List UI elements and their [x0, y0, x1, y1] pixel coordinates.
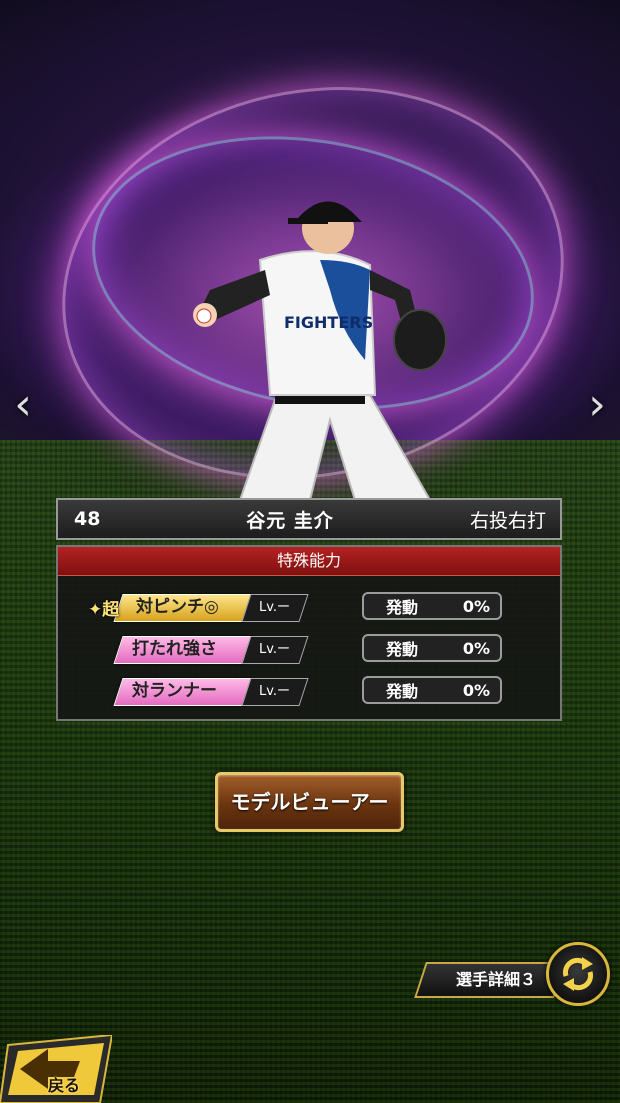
ability-row[interactable]: ✦超 対ピンチ◎ Lv.ー 発動 0%	[58, 592, 560, 622]
ability-label: 対ランナー	[132, 681, 217, 701]
player-detail-button[interactable]	[414, 962, 566, 998]
ability-label: 対ピンチ◎	[136, 597, 219, 617]
prev-player-chevron-left-icon[interactable]: ‹	[6, 380, 40, 430]
activation-percent: 0%	[462, 680, 490, 700]
activation-label: 発動	[385, 682, 418, 701]
player-number: 48	[74, 508, 101, 530]
ability-level: Lv.ー	[241, 594, 309, 622]
back-label: 戻る	[48, 1076, 81, 1095]
svg-text:FIGHTERS: FIGHTERS	[284, 313, 373, 332]
super-badge: ✦超	[88, 600, 120, 620]
ability-label: 打たれ強さ	[132, 639, 217, 659]
player-name: 谷元 圭介	[246, 509, 334, 532]
next-player-chevron-right-icon[interactable]: ›	[580, 380, 614, 430]
player-illustration: FIGHTERS	[193, 201, 447, 500]
ability-row[interactable]: 対ランナー Lv.ー 発動 0%	[58, 676, 560, 706]
activation-percent: 0%	[462, 638, 490, 658]
activation-rate-box: 発動 0%	[362, 634, 502, 662]
activation-label: 発動	[385, 640, 418, 659]
player-header-bar: 48 谷元 圭介 右投右打	[56, 498, 562, 540]
special-abilities-panel: 特殊能力 ✦超 対ピンチ◎ Lv.ー 発動 0% 打たれ強さ Lv.ー 発動 0…	[56, 545, 562, 721]
ability-row[interactable]: 打たれ強さ Lv.ー 発動 0%	[58, 634, 560, 664]
model-viewer-button[interactable]: モデルビューアー	[215, 772, 404, 832]
ability-level: Lv.ー	[241, 636, 309, 664]
activation-rate-box: 発動 0%	[362, 676, 502, 704]
cycle-arrows-glyph	[562, 957, 594, 991]
activation-label: 発動	[385, 598, 418, 617]
cycle-arrows-icon[interactable]	[546, 942, 610, 1006]
player-handedness: 右投右打	[469, 509, 546, 532]
ability-level: Lv.ー	[241, 678, 309, 706]
activation-percent: 0%	[462, 596, 490, 616]
panel-title: 特殊能力	[58, 547, 560, 576]
activation-rate-box: 発動 0%	[362, 592, 502, 620]
